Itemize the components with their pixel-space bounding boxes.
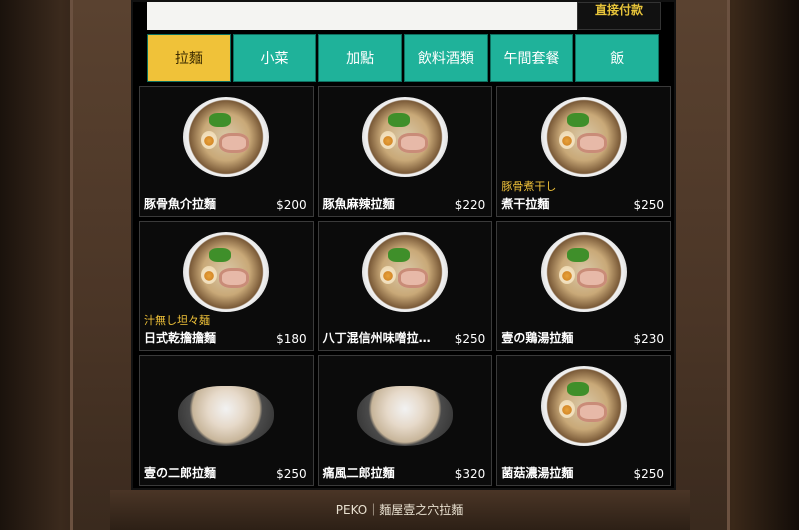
item-name: 壹の二郎拉麵	[144, 466, 217, 480]
item-price: $250	[454, 332, 486, 347]
item-price: $320	[454, 467, 486, 481]
tab-drinks[interactable]: 飲料酒類	[404, 34, 488, 82]
item-name: 菌菇濃湯拉麵	[501, 466, 574, 480]
ramen-bowl-image	[540, 97, 627, 177]
item-price: $200	[276, 197, 307, 212]
tab-lunch-set[interactable]: 午間套餐	[489, 34, 574, 82]
menu-item[interactable]: 壹の二郎拉麵 $250	[139, 355, 314, 486]
item-name: 痛風二郎拉麵	[322, 466, 395, 480]
item-name: 豚魚麻辣拉麵	[322, 196, 395, 211]
ramen-bowl-image	[361, 231, 448, 312]
item-price: $180	[276, 332, 307, 347]
item-price: $250	[633, 467, 664, 481]
item-price: $250	[276, 467, 307, 481]
ramen-bowl-image	[183, 97, 270, 177]
tab-ramen[interactable]: 拉麵	[147, 34, 231, 82]
menu-item[interactable]: 豚骨煮干し 煮干拉麵 $250	[496, 86, 671, 217]
item-price: $220	[454, 197, 486, 212]
ramen-bowl-image	[356, 386, 453, 447]
category-tabs: 拉麵 小菜 加點 飲料酒類 午間套餐 飯	[147, 34, 660, 82]
header-strip	[147, 2, 577, 30]
ramen-bowl-image	[178, 386, 275, 447]
menu-grid: 豚骨魚介拉麵 $200 豚魚麻辣拉麵 $220 豚骨煮干し 煮干拉麵 $250 …	[139, 86, 671, 486]
ramen-bowl-image	[183, 231, 270, 312]
item-subtitle: 汁無し坦々麺	[144, 314, 210, 328]
tab-rice[interactable]: 飯	[575, 34, 660, 82]
ramen-bowl-image	[540, 366, 627, 447]
item-name: 八丁混信州味噌拉…	[322, 331, 431, 346]
item-name: 日式乾擔擔麵	[144, 331, 217, 346]
menu-item[interactable]: 豚骨魚介拉麵 $200	[139, 86, 314, 217]
menu-item[interactable]: 豚魚麻辣拉麵 $220	[317, 86, 493, 217]
menu-item[interactable]: 壹の鶏湯拉麵 $230	[496, 220, 671, 352]
menu-item[interactable]: 汁無し坦々麺 日式乾擔擔麵 $180	[139, 220, 314, 352]
item-price: $250	[633, 197, 664, 212]
item-name: 壹の鶏湯拉麵	[501, 331, 574, 346]
item-name: 豚骨魚介拉麵	[144, 196, 217, 211]
ramen-bowl-image	[540, 231, 627, 312]
menu-item[interactable]: 菌菇濃湯拉麵 $250	[496, 355, 671, 486]
direct-payment-button[interactable]: 直接付款	[577, 2, 661, 30]
item-subtitle: 豚骨煮干し	[501, 179, 557, 193]
ramen-bowl-image	[361, 97, 448, 177]
item-name: 煮干拉麵	[501, 196, 550, 211]
tab-add-ons[interactable]: 加點	[318, 34, 403, 82]
kiosk-screen: 直接付款 拉麵 小菜 加點 飲料酒類 午間套餐 飯 豚骨魚介拉麵 $200 豚魚…	[131, 0, 676, 490]
menu-item[interactable]: 痛風二郎拉麵 $320	[317, 355, 493, 486]
item-price: $230	[633, 332, 664, 347]
photo-caption: PEKO｜麵屋壹之穴拉麵	[335, 503, 464, 517]
menu-item[interactable]: 八丁混信州味噌拉… $250	[317, 220, 493, 352]
tab-side-dishes[interactable]: 小菜	[232, 34, 317, 82]
